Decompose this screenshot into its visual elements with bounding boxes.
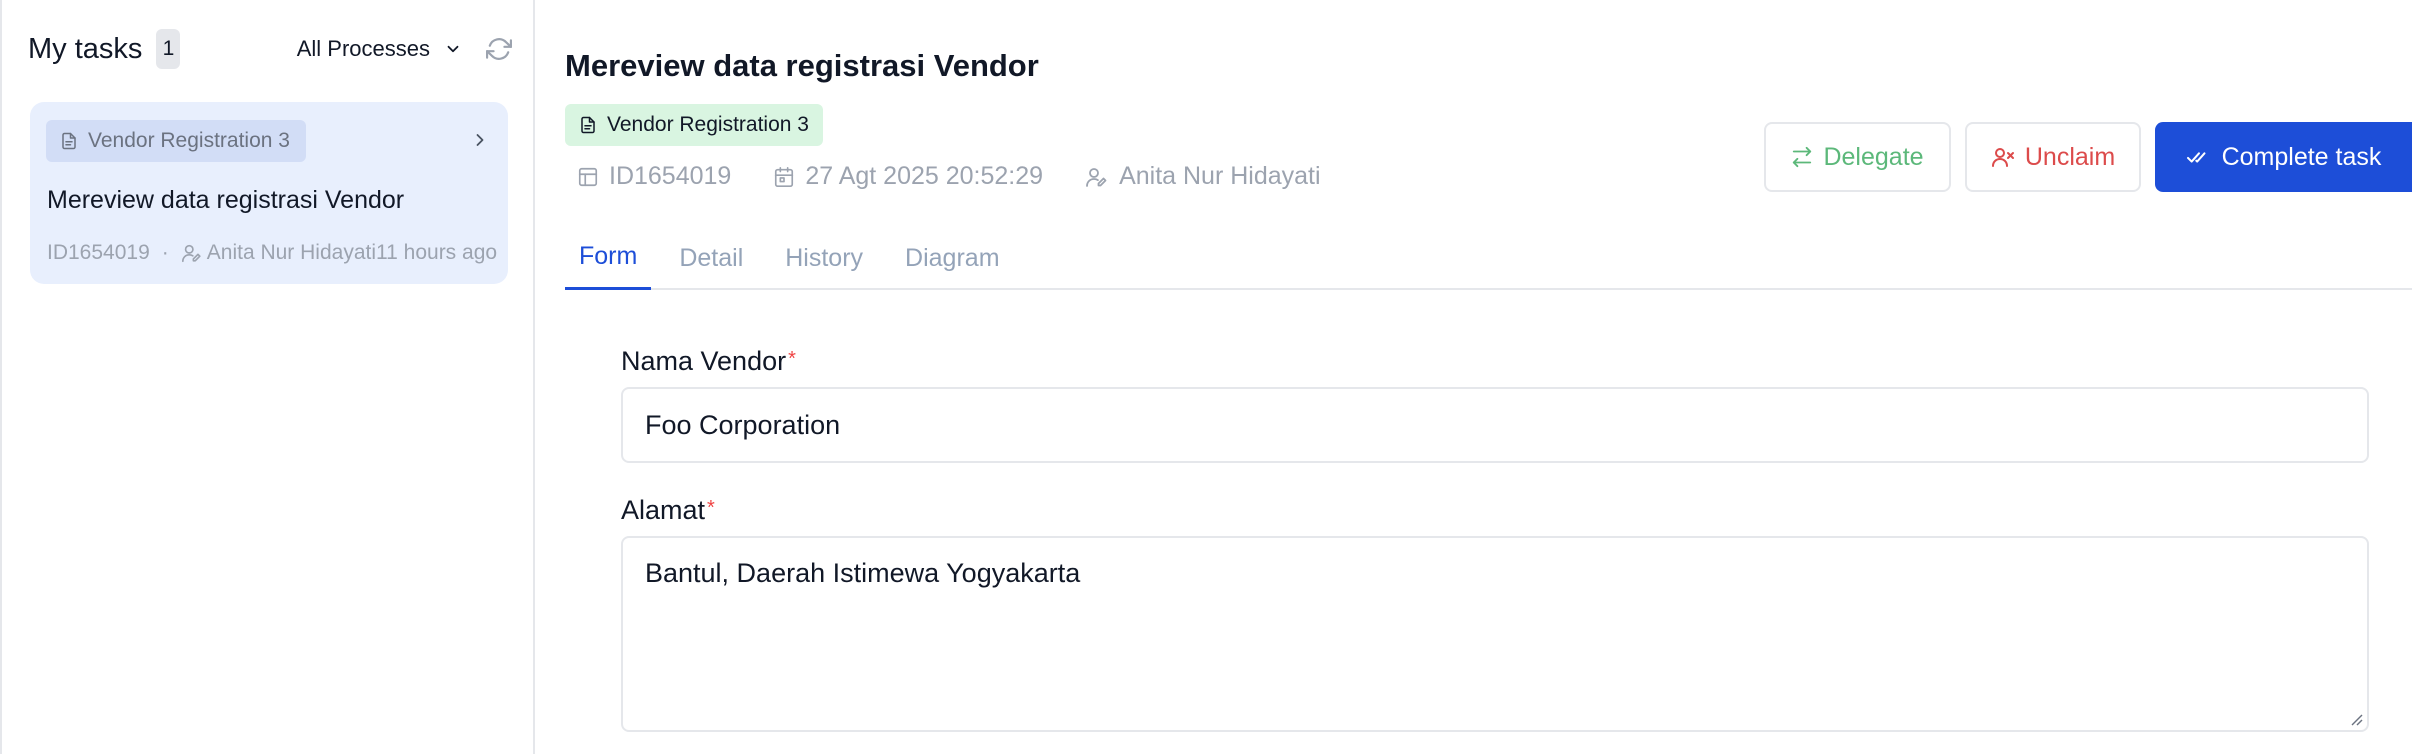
swap-icon xyxy=(1791,146,1813,168)
resize-handle-icon[interactable] xyxy=(2349,712,2363,726)
field-label: Nama Vendor * xyxy=(621,346,2369,377)
user-x-icon xyxy=(1991,145,2015,169)
required-mark: * xyxy=(788,348,796,370)
field-nama-vendor: Nama Vendor * Foo Corporation xyxy=(621,346,2369,463)
delegate-label: Delegate xyxy=(1823,142,1924,171)
task-detail-panel: Mereview data registrasi Vendor Vendor R… xyxy=(537,0,2412,754)
user-edit-icon xyxy=(181,242,203,264)
chevron-down-icon xyxy=(444,40,462,58)
task-assignee-value: Anita Nur Hidayati xyxy=(1119,162,1321,190)
task-item-meta: ID1654019 · Anita Nur Hidayati 11 hours … xyxy=(47,241,497,265)
process-filter-value: All Processes xyxy=(296,36,430,61)
task-id-value: ID1654019 xyxy=(609,162,732,190)
complete-task-button[interactable]: Complete task xyxy=(2155,122,2412,192)
task-process-label: Vendor Registration 3 xyxy=(88,129,290,152)
process-badge: Vendor Registration 3 xyxy=(565,104,823,146)
delegate-button[interactable]: Delegate xyxy=(1764,122,1951,192)
user-edit-icon xyxy=(1085,165,1109,189)
sidebar-title: My tasks xyxy=(28,32,143,65)
tab-diagram[interactable]: Diagram xyxy=(891,226,1013,290)
unclaim-label: Unclaim xyxy=(2024,142,2116,171)
meta-separator: · xyxy=(161,241,169,264)
task-meta-row: ID1654019 27 Agt 2025 20:52:29 Anita Nur… xyxy=(577,162,1363,191)
alamat-textarea[interactable]: Bantul, Daerah Istimewa Yogyakarta xyxy=(621,536,2369,732)
sidebar-header: My tasks 1 All Processes xyxy=(28,26,512,72)
task-count-badge: 1 xyxy=(156,29,181,69)
tab-form[interactable]: Form xyxy=(565,226,652,290)
chevron-right-icon xyxy=(470,130,490,150)
task-list-item[interactable]: Vendor Registration 3 Mereview data regi… xyxy=(30,102,508,284)
unclaim-button[interactable]: Unclaim xyxy=(1965,122,2141,192)
tab-detail[interactable]: Detail xyxy=(665,226,757,290)
task-date-value: 27 Agt 2025 20:52:29 xyxy=(805,162,1044,190)
task-item-assignee: Anita Nur Hidayati xyxy=(206,241,377,264)
process-badge-label: Vendor Registration 3 xyxy=(607,113,809,136)
page-title: Mereview data registrasi Vendor xyxy=(565,48,1039,83)
alamat-value: Bantul, Daerah Istimewa Yogyakarta xyxy=(645,558,1081,588)
task-assignee: Anita Nur Hidayati xyxy=(1085,162,1321,191)
process-filter-dropdown[interactable]: All Processes xyxy=(297,36,462,62)
task-item-title: Mereview data registrasi Vendor xyxy=(47,186,405,214)
nama-vendor-input[interactable]: Foo Corporation xyxy=(621,387,2369,463)
field-label: Alamat * xyxy=(621,495,2369,526)
calendar-icon xyxy=(773,166,795,188)
table-icon xyxy=(577,166,599,188)
document-icon xyxy=(579,115,597,135)
task-process-badge: Vendor Registration 3 xyxy=(46,120,306,162)
check-double-icon xyxy=(2186,146,2212,168)
complete-task-label: Complete task xyxy=(2221,142,2382,171)
required-mark: * xyxy=(707,497,715,519)
task-date: 27 Agt 2025 20:52:29 xyxy=(773,162,1043,191)
task-item-id: ID1654019 xyxy=(47,241,150,264)
refresh-icon[interactable] xyxy=(486,36,512,62)
document-icon xyxy=(60,131,78,151)
task-sidebar: My tasks 1 All Processes Vendor Registra… xyxy=(0,0,535,754)
nama-vendor-label: Nama Vendor xyxy=(621,346,787,376)
task-item-time: 11 hours ago xyxy=(376,241,498,264)
task-id: ID1654019 xyxy=(577,162,731,191)
task-actions: Delegate Unclaim Complete task xyxy=(1764,122,2412,192)
field-alamat: Alamat * Bantul, Daerah Istimewa Yogyaka… xyxy=(621,495,2369,732)
task-tabs: Form Detail History Diagram xyxy=(565,226,2412,290)
task-form: Nama Vendor * Foo Corporation Alamat * B… xyxy=(621,346,2369,732)
tab-history[interactable]: History xyxy=(771,226,877,290)
alamat-label: Alamat xyxy=(621,495,706,525)
